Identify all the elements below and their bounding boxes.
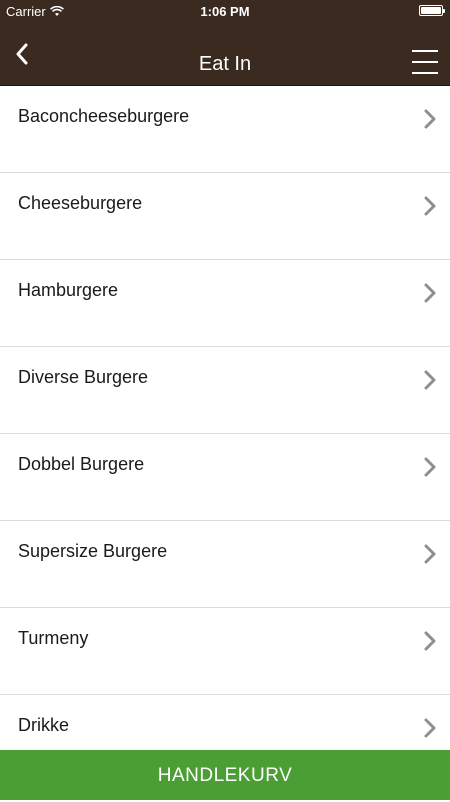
- chevron-right-icon: [424, 544, 436, 564]
- category-row[interactable]: Dobbel Burgere: [0, 434, 450, 521]
- chevron-right-icon: [424, 631, 436, 651]
- category-label: Cheeseburgere: [18, 193, 143, 213]
- category-label: Dobbel Burgere: [18, 454, 145, 474]
- chevron-right-icon: [424, 457, 436, 477]
- chevron-right-icon: [424, 370, 436, 390]
- status-bar: Carrier 1:06 PM: [0, 0, 450, 22]
- menu-button[interactable]: [412, 50, 438, 74]
- hamburger-icon: [412, 50, 438, 52]
- category-row[interactable]: Turmeny: [0, 608, 450, 695]
- category-label: Baconcheeseburgere: [18, 106, 190, 126]
- chevron-right-icon: [424, 109, 436, 129]
- category-row[interactable]: Cheeseburgere: [0, 173, 450, 260]
- category-row[interactable]: Supersize Burgere: [0, 521, 450, 608]
- category-label: Supersize Burgere: [18, 541, 168, 561]
- chevron-right-icon: [424, 718, 436, 738]
- category-row[interactable]: Diverse Burgere: [0, 347, 450, 434]
- nav-bar: Eat In: [0, 22, 450, 86]
- category-row[interactable]: Hamburgere: [0, 260, 450, 347]
- cart-button[interactable]: HANDLEKURV: [0, 750, 450, 800]
- category-label: Diverse Burgere: [18, 367, 149, 387]
- chevron-right-icon: [424, 196, 436, 216]
- category-row[interactable]: Baconcheeseburgere: [0, 86, 450, 173]
- status-time: 1:06 PM: [200, 4, 250, 19]
- category-label: Hamburgere: [18, 280, 119, 300]
- category-label: Turmeny: [18, 628, 89, 648]
- category-label: Drikke: [18, 715, 70, 735]
- battery-icon: [419, 5, 445, 16]
- page-title: Eat In: [198, 53, 252, 75]
- chevron-right-icon: [424, 283, 436, 303]
- category-list: Baconcheeseburgere Cheeseburgere Hamburg…: [0, 86, 450, 782]
